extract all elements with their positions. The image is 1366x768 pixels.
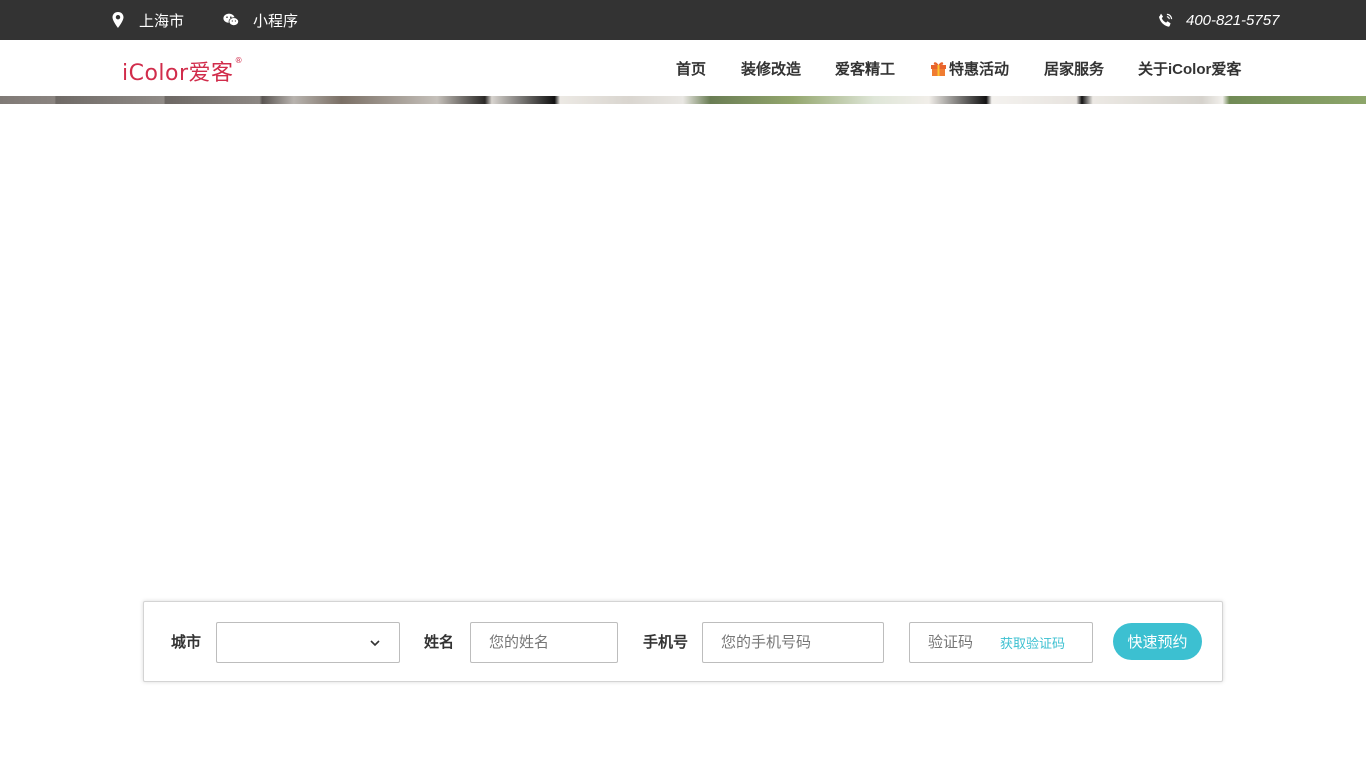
phone-label: 手机号 (643, 634, 689, 651)
quick-booking-button[interactable]: 快速预约 (1113, 623, 1202, 660)
location-selector[interactable]: 上海市 (111, 0, 184, 40)
nav-item-label: 居家服务 (1044, 60, 1105, 78)
city-select[interactable] (216, 622, 400, 663)
phone-field-wrapper (702, 622, 884, 663)
hero-banner-image[interactable] (0, 96, 1366, 104)
nav-item-renovation[interactable]: 装修改造 (741, 40, 801, 96)
nav-item-label: 首页 (676, 60, 707, 78)
chevron-down-icon (370, 640, 380, 647)
nav-item-label: 关于iColor爱客 (1138, 60, 1242, 78)
name-label: 姓名 (424, 634, 455, 651)
map-pin-icon (112, 12, 124, 28)
nav-item-home[interactable]: 首页 (676, 40, 706, 96)
nav-item-label: 爱客精工 (835, 60, 896, 78)
hotline-number: 400-821-5757 (1186, 11, 1280, 29)
get-code-button[interactable]: 获取验证码 (1000, 623, 1065, 662)
phone-icon (1159, 13, 1173, 27)
nav-menu: 首页 装修改造 爱客精工 特惠活动 居家服务 关于iColor爱客 (0, 40, 1366, 96)
name-field-wrapper (470, 622, 618, 663)
nav-item-about[interactable]: 关于iColor爱客 (1138, 40, 1241, 96)
location-text: 上海市 (139, 12, 185, 30)
nav-item-promotions[interactable]: 特惠活动 (930, 40, 1009, 96)
nav-item-label: 特惠活动 (949, 60, 1010, 78)
wechat-icon (223, 13, 239, 26)
gift-icon (931, 61, 946, 76)
verification-code-input[interactable] (910, 623, 1000, 662)
nav-item-craftsmanship[interactable]: 爱客精工 (835, 40, 895, 96)
name-input[interactable] (471, 623, 617, 662)
mini-program-label: 小程序 (253, 12, 299, 30)
city-label: 城市 (171, 634, 202, 651)
hotline[interactable]: 400-821-5757 (1158, 0, 1279, 40)
code-field-wrapper: 获取验证码 (909, 622, 1093, 663)
phone-input[interactable] (703, 623, 883, 662)
main-navbar: iColor爱客 ® 首页 装修改造 爱客精工 特惠活动 居家服务 关于iCol… (0, 40, 1366, 96)
quick-booking-form: 城市 姓名 手机号 获取验证码 快速预约 (143, 601, 1223, 682)
nav-item-label: 装修改造 (741, 60, 802, 78)
top-bar: 上海市 小程序 400-821-5757 (0, 0, 1366, 40)
mini-program-link[interactable]: 小程序 (223, 0, 298, 40)
nav-item-home-services[interactable]: 居家服务 (1044, 40, 1104, 96)
